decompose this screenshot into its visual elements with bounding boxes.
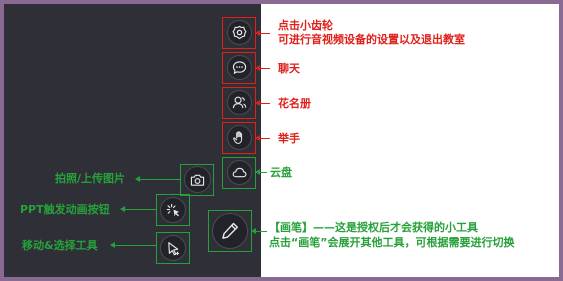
move-select-button[interactable] — [160, 235, 186, 261]
settings-label-line1: 点击小齿轮 — [278, 19, 333, 32]
cloud-label: 云盘 — [270, 166, 292, 179]
pen-button[interactable] — [212, 213, 248, 249]
camera-icon — [190, 174, 205, 186]
ppt-anim-button[interactable] — [160, 197, 186, 223]
settings-arrow-head — [255, 30, 260, 36]
roster-arrow-head — [255, 100, 260, 106]
move-select-label: 移动&选择工具 — [22, 239, 98, 252]
camera-arrow-head — [135, 176, 140, 182]
chat-arrow-head — [255, 65, 260, 71]
cloud-button[interactable] — [227, 160, 252, 185]
raise-hand-button[interactable] — [227, 125, 252, 150]
settings-button[interactable] — [227, 20, 252, 45]
cloud-icon — [232, 167, 247, 178]
pointer-click-icon — [166, 203, 179, 216]
move-select-arrow — [113, 245, 156, 246]
hand-icon — [233, 131, 243, 144]
move-select-arrow-head — [110, 242, 115, 248]
camera-button[interactable] — [184, 166, 211, 193]
pen-label-line2: 点击“画笔”会展开其他工具，可根据需要进行切换 — [269, 236, 515, 249]
roster-label: 花名册 — [278, 97, 311, 110]
ppt-anim-arrow-head — [120, 206, 125, 212]
chat-bubble-icon — [232, 61, 247, 75]
pen-label-line1: 【画笔】——这是授权后才会获得的小工具 — [269, 221, 478, 234]
settings-label-line2: 可进行音视频设备的设置以及退出教室 — [278, 33, 465, 46]
camera-label: 拍照/上传图片 — [55, 172, 126, 185]
pen-icon — [222, 222, 238, 239]
roster-button[interactable] — [227, 90, 252, 115]
cloud-arrow-head — [255, 169, 260, 175]
ppt-anim-arrow — [123, 209, 156, 210]
chat-label: 聊天 — [278, 62, 300, 75]
chat-button[interactable] — [227, 55, 252, 80]
ppt-anim-label: PPT触发动画按钮 — [20, 203, 110, 216]
select-cursor-icon — [167, 241, 179, 255]
pen-arrow-head — [251, 228, 256, 234]
users-icon — [232, 96, 247, 109]
camera-arrow — [138, 179, 180, 180]
gear-icon — [232, 25, 247, 40]
raise-hand-arrow-head — [255, 135, 260, 141]
raise-hand-label: 举手 — [278, 132, 300, 145]
